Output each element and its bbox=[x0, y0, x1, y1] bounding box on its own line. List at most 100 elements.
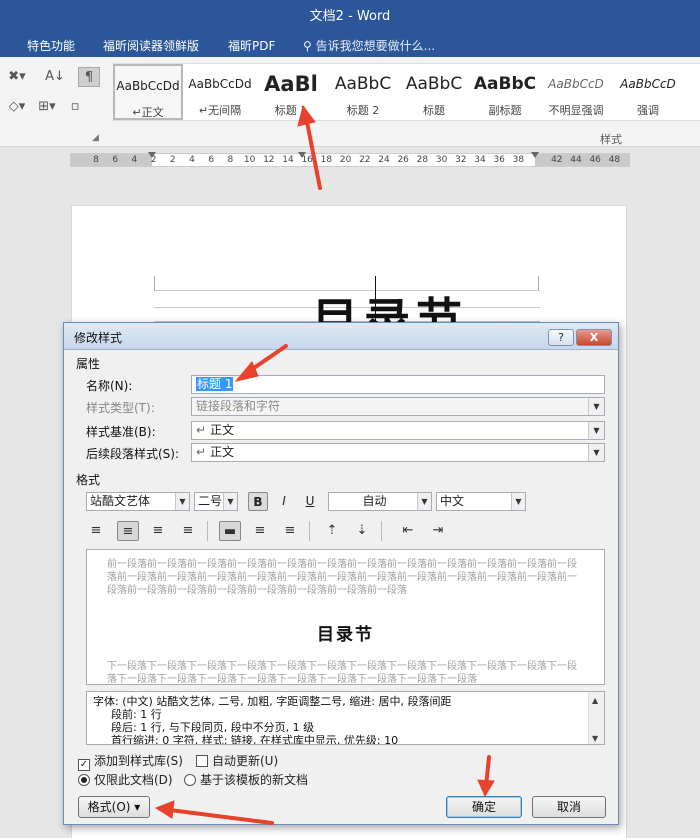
based-on-value: 正文 bbox=[210, 423, 235, 437]
align-center-icon[interactable]: ≡ bbox=[117, 521, 139, 541]
menu-item-foxit-reader[interactable]: 福昕阅读器领鲜版 bbox=[103, 37, 199, 54]
window-title: 文档2 - Word bbox=[0, 0, 700, 33]
script-value: 中文 bbox=[440, 494, 465, 508]
chevron-down-icon[interactable]: ▼ bbox=[175, 493, 189, 510]
font-size-select[interactable]: 二号 ▼ bbox=[194, 492, 238, 511]
script-select[interactable]: 中文 ▼ bbox=[436, 492, 526, 511]
ruler-area: 8 6 4 2 2 4 6 8 10 12 14 16 18 20 22 24 26 28 30 32 34 36 38 42… bbox=[0, 147, 700, 173]
horizontal-ruler[interactable]: 8 6 4 2 2 4 6 8 10 12 14 16 18 20 22 24 26 28 30 32 34 36 38 42… bbox=[70, 152, 630, 167]
chevron-down-icon[interactable]: ▼ bbox=[223, 493, 237, 510]
paragraph-mark: ↵ bbox=[132, 106, 142, 119]
new-documents-radio[interactable]: 基于该模板的新文档 bbox=[184, 771, 308, 788]
double-spacing-icon[interactable]: ≡ bbox=[279, 521, 301, 541]
style-normal[interactable]: AaBbCcDd ↵正文 bbox=[113, 64, 183, 120]
help-button[interactable]: ? bbox=[548, 329, 574, 346]
align-left-icon[interactable]: ≡ bbox=[85, 521, 107, 541]
one-half-spacing-icon[interactable]: ≡ bbox=[249, 521, 271, 541]
shading-icon[interactable]: ◇▾ bbox=[6, 97, 28, 117]
align-right-icon[interactable]: ≡ bbox=[147, 521, 169, 541]
chevron-down-icon[interactable]: ▼ bbox=[511, 493, 525, 510]
preview-heading: 目录节 bbox=[317, 625, 374, 645]
style-heading-1[interactable]: AaBl 标题 1 bbox=[256, 64, 326, 120]
menu-item-foxit-pdf[interactable]: 福昕PDF bbox=[228, 37, 275, 54]
increase-indent-icon[interactable]: ⇥ bbox=[427, 521, 449, 541]
bold-button[interactable]: B bbox=[248, 492, 268, 511]
description-line: 字体: (中文) 站酷文艺体, 二号, 加粗, 字距调整二号, 缩进: 居中, … bbox=[93, 695, 452, 708]
ruler-tick-label: 14 bbox=[282, 155, 294, 165]
style-preview: AaBbCcDd bbox=[116, 79, 180, 93]
style-preview: AaBl bbox=[264, 72, 318, 96]
following-style-value: 正文 bbox=[210, 445, 235, 459]
description-scrollbar[interactable]: ▲ ▼ bbox=[588, 692, 604, 744]
underline-button[interactable]: U bbox=[300, 492, 320, 511]
justify-icon[interactable]: ≡ bbox=[177, 521, 199, 541]
tab-stop-marker[interactable] bbox=[298, 152, 306, 158]
chevron-down-icon: ▼ bbox=[588, 398, 604, 415]
style-title[interactable]: AaBbC 标题 bbox=[399, 64, 469, 120]
sort-az-icon[interactable]: A↓ bbox=[44, 67, 66, 87]
chevron-down-icon[interactable]: ▼ bbox=[417, 493, 431, 510]
following-style-label: 后续段落样式(S): bbox=[86, 447, 180, 461]
increase-spacing-before-icon[interactable]: ⇡ bbox=[321, 521, 343, 541]
close-button[interactable]: X bbox=[576, 329, 612, 346]
font-color-value: 自动 bbox=[362, 494, 387, 508]
style-subtitle[interactable]: AaBbC 副标题 bbox=[470, 64, 540, 120]
right-indent-marker[interactable] bbox=[531, 152, 539, 158]
decrease-spacing-before-icon[interactable]: ⇣ bbox=[351, 521, 373, 541]
style-emphasis[interactable]: AaBbCcD 强调 bbox=[613, 64, 683, 120]
only-this-document-radio[interactable]: 仅限此文档(D) bbox=[78, 771, 173, 788]
tell-me-search[interactable]: ⚲ 告诉我您想要做什么... bbox=[303, 37, 435, 54]
borders-menu-icon[interactable]: ▫ bbox=[64, 97, 86, 117]
ruler-tick-label: 22 bbox=[359, 155, 371, 165]
based-on-select[interactable]: ↵ 正文 ▼ bbox=[191, 421, 605, 440]
ruler-tick-label: 28 bbox=[416, 155, 429, 165]
following-style-select[interactable]: ↵ 正文 ▼ bbox=[191, 443, 605, 462]
borders-icon[interactable]: ⊞▾ bbox=[36, 97, 58, 117]
ruler-tick-label: 2 bbox=[169, 155, 176, 165]
scroll-down-icon[interactable]: ▼ bbox=[592, 732, 598, 744]
format-menu-button[interactable]: 格式(O) ▾ bbox=[78, 796, 150, 818]
italic-button[interactable]: I bbox=[274, 492, 294, 511]
menu-item-special[interactable]: 特色功能 bbox=[27, 37, 75, 54]
properties-section-label: 属性 bbox=[76, 357, 101, 371]
ok-button[interactable]: 确定 bbox=[446, 796, 522, 818]
only-this-document-label: 仅限此文档(D) bbox=[94, 773, 173, 787]
font-select[interactable]: 站酷文艺体 ▼ bbox=[86, 492, 190, 511]
decrease-indent-icon[interactable]: ⇤ bbox=[397, 521, 419, 541]
style-heading-2[interactable]: AaBbC 标题 2 bbox=[328, 64, 398, 120]
chevron-down-icon[interactable]: ▼ bbox=[588, 444, 604, 461]
style-preview: AaBbC bbox=[405, 74, 463, 94]
style-preview: AaBbC bbox=[473, 74, 537, 94]
ruler-tick-label: 12 bbox=[263, 155, 275, 165]
ruler-tick-label: 8 bbox=[227, 155, 234, 165]
name-label: 名称(N): bbox=[86, 379, 133, 393]
font-color-select[interactable]: 自动 ▼ bbox=[328, 492, 432, 511]
ruler-tick-label: 32 bbox=[455, 155, 467, 165]
style-no-spacing[interactable]: AaBbCcDd ↵无间隔 bbox=[185, 64, 255, 120]
page-corner-mark bbox=[154, 276, 155, 290]
radio-icon bbox=[184, 774, 196, 786]
auto-update-checkbox[interactable]: 自动更新(U) bbox=[196, 752, 278, 769]
ruler-tick-label: 38 bbox=[512, 155, 525, 165]
add-to-gallery-checkbox[interactable]: ✓ 添加到样式库(S) bbox=[78, 752, 183, 771]
style-label: 正文 bbox=[141, 106, 164, 119]
ribbon: ✖▾ A↓ ¶ ◇▾ ⊞▾ ▫ AaBbCcDd ↵正文 AaBbCcDd ↵无… bbox=[0, 57, 700, 147]
dialog-launcher-icon[interactable]: ◢ bbox=[92, 133, 99, 143]
dialog-titlebar[interactable]: 修改样式 ? X bbox=[64, 323, 618, 350]
cancel-button[interactable]: 取消 bbox=[532, 796, 606, 818]
name-field[interactable]: 标题 1 bbox=[191, 375, 605, 394]
scroll-up-icon[interactable]: ▲ bbox=[592, 694, 598, 707]
ruler-tick-label: 30 bbox=[435, 155, 448, 165]
first-line-indent-marker[interactable] bbox=[148, 152, 156, 158]
ruler-tick-label: 8 bbox=[93, 155, 99, 165]
checkbox-box bbox=[196, 755, 208, 767]
tell-me-text: 告诉我您想要做什么... bbox=[315, 39, 436, 53]
alignment-toolbar: ≡ ≡ ≡ ≡ ▬ ≡ ≡ ⇡ ⇣ ⇤ ⇥ bbox=[79, 519, 605, 543]
show-marks-icon[interactable]: ¶ bbox=[78, 67, 100, 87]
chevron-down-icon[interactable]: ▼ bbox=[588, 422, 604, 439]
sort-icon[interactable]: ✖▾ bbox=[6, 67, 28, 87]
styles-group-label: 样式 bbox=[600, 133, 622, 146]
style-subtle-emphasis[interactable]: AaBbCcD 不明显强调 bbox=[541, 64, 611, 120]
style-preview-box: 前一段落前一段落前一段落前一段落前一段落前一段落前一段落前一段落前一段落前一段落… bbox=[86, 549, 605, 685]
single-spacing-icon[interactable]: ▬ bbox=[219, 521, 241, 541]
